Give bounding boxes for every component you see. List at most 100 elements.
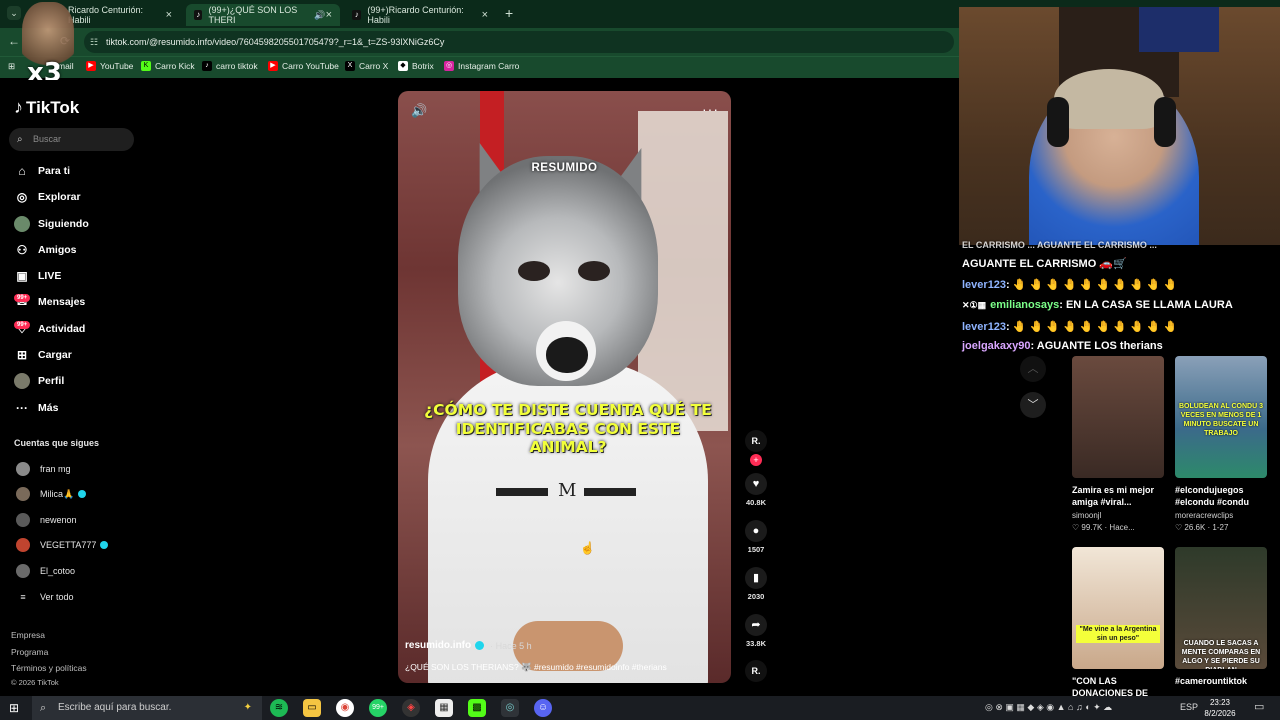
chrome-icon[interactable]: ◉ bbox=[336, 699, 354, 717]
taskbar-search-input[interactable]: ⌕ Escribe aquí para buscar. ✦ bbox=[32, 696, 262, 720]
tiktok-icon: ♪ bbox=[194, 10, 203, 20]
following-item[interactable]: fran mg bbox=[16, 461, 71, 477]
avatar bbox=[16, 487, 30, 501]
bookmark-carro-tiktok[interactable]: ♪ carro tiktok bbox=[202, 61, 258, 71]
bookmark-botrix[interactable]: ◆ Botrix bbox=[398, 61, 434, 71]
nav-mas[interactable]: ··· Más bbox=[14, 397, 144, 419]
tiktok-sidebar: ♪ TikTok ⌕ Buscar ⌂ Para ti ◎ Explorar Sig… bbox=[0, 80, 145, 696]
following-item[interactable]: Milica🙏 bbox=[16, 486, 87, 502]
scroll-up-button[interactable]: ︿ bbox=[1020, 356, 1046, 382]
youtube-icon: ▶ bbox=[268, 61, 278, 71]
system-tray-icons[interactable]: ◎ ⊗ ▣ ▦ ◆ ◈ ◉ ▲ ⌂ ♫ ◐ ✦ ☁ bbox=[985, 702, 1112, 713]
bookmark-carro-youtube[interactable]: ▶ Carro YouTube bbox=[268, 61, 339, 71]
video-thumbnail: "Me vine a la Argentina sin un peso" bbox=[1072, 547, 1164, 669]
language-indicator[interactable]: ESP bbox=[1180, 702, 1198, 712]
nav-perfil[interactable]: Perfil bbox=[14, 370, 144, 392]
nav-label: Explorar bbox=[38, 191, 81, 203]
related-video-card[interactable]: Zamira es mi mejor amiga #viral... simoo… bbox=[1072, 356, 1164, 532]
video-watermark: RESUMIDO bbox=[531, 162, 598, 174]
following-item[interactable]: newenon bbox=[16, 512, 77, 528]
back-icon[interactable]: ← bbox=[8, 34, 20, 48]
share-button[interactable]: ➦ 33.8K bbox=[741, 614, 771, 648]
nav-cargar[interactable]: ⊞ Cargar bbox=[14, 344, 144, 366]
bookmark-carro-kick[interactable]: K Carro Kick bbox=[141, 61, 195, 71]
nav-mensajes[interactable]: ✉ 99+ Mensajes bbox=[14, 291, 144, 313]
notifications-icon[interactable]: ▭ bbox=[1254, 700, 1264, 713]
taskbar-clock[interactable]: 23:23 8/2/2026 bbox=[1200, 697, 1240, 719]
close-icon[interactable]: × bbox=[482, 9, 488, 21]
tab-search-icon[interactable]: ⌄ bbox=[7, 6, 21, 20]
friends-icon: ⚇ bbox=[16, 243, 28, 257]
video-author[interactable]: resumido.info · Hace 5 h bbox=[405, 640, 532, 651]
related-user: simoonjl bbox=[1072, 511, 1102, 520]
nav-siguiendo[interactable]: Siguiendo bbox=[14, 213, 144, 235]
account-name: El_cotoo bbox=[40, 566, 76, 576]
creator-avatar: R. bbox=[745, 430, 767, 452]
like-button[interactable]: ♥ 40.8K bbox=[741, 473, 771, 507]
related-video-card[interactable]: BOLUDEAN AL CONDU 3 VECES EN MENOS DE 1 … bbox=[1175, 356, 1267, 532]
app-icon[interactable]: ◈ bbox=[402, 699, 420, 717]
bookmark-youtube[interactable]: ▶ YouTube bbox=[86, 61, 133, 71]
post-time: · Hace 5 h bbox=[490, 640, 532, 651]
following-item[interactable]: VEGETTA777 bbox=[16, 537, 109, 553]
footer-programa[interactable]: Programa bbox=[11, 647, 48, 657]
chat-badges-icon: ✕①▦ bbox=[962, 300, 987, 310]
search-input[interactable]: ⌕ Buscar bbox=[9, 128, 134, 151]
chat-text: : EN LA CASA SE LLAMA LAURA bbox=[1059, 299, 1233, 311]
creator-avatar-button[interactable]: R. + bbox=[741, 430, 771, 466]
discord-icon[interactable]: ☺ bbox=[534, 699, 552, 717]
more-options-icon[interactable]: ··· bbox=[702, 101, 719, 117]
footer-empresa[interactable]: Empresa bbox=[11, 630, 45, 640]
following-title: Cuentas que sigues bbox=[14, 438, 100, 448]
nav-explorar[interactable]: ◎ Explorar bbox=[14, 186, 144, 208]
url-bar[interactable]: ☷ tiktok.com/@resumido.info/video/760459… bbox=[84, 31, 954, 53]
chat-message: AGUANTE EL CARRISMO 🚗🛒 bbox=[962, 257, 1127, 270]
apps-icon[interactable]: ⊞ bbox=[8, 61, 15, 72]
tiktok-logo[interactable]: ♪ TikTok bbox=[14, 97, 79, 118]
new-tab-button[interactable]: + bbox=[505, 5, 513, 21]
home-icon: ⌂ bbox=[18, 164, 26, 178]
tab-1[interactable]: Ricardo Centurión: Habili × bbox=[60, 4, 180, 26]
footer-terminos[interactable]: Términos y políticas bbox=[11, 663, 87, 673]
heart-icon: ♥ bbox=[745, 473, 767, 495]
minecraft-icon[interactable]: ▩ bbox=[468, 699, 486, 717]
store-icon[interactable]: ▦ bbox=[435, 699, 453, 717]
bookmark-carro-x[interactable]: X Carro X bbox=[345, 61, 388, 71]
tab-2[interactable]: ♪ (99+)¿QUÉ SON LOS THERI 🔊 × bbox=[186, 4, 340, 26]
bookmark-instagram-carro[interactable]: ◎ Instagram Carro bbox=[444, 61, 519, 71]
messages-icon: ✉ 99+ bbox=[14, 294, 31, 310]
nav-actividad[interactable]: ♡ 99+ Actividad bbox=[14, 318, 144, 340]
file-explorer-icon[interactable]: ▭ bbox=[303, 699, 321, 717]
close-icon[interactable]: × bbox=[166, 9, 172, 21]
browser-active-icon[interactable]: ◎ bbox=[501, 699, 519, 717]
close-icon[interactable]: × bbox=[326, 9, 332, 21]
whatsapp-icon[interactable]: 99+ bbox=[369, 699, 387, 717]
nav-label: Perfil bbox=[38, 375, 65, 387]
volume-icon[interactable]: 🔊 bbox=[411, 103, 427, 119]
sound-button[interactable]: R. bbox=[741, 660, 771, 682]
bookmark-label: Carro YouTube bbox=[282, 61, 339, 71]
nav-amigos[interactable]: ⚇ Amigos bbox=[14, 239, 144, 261]
mask-eye bbox=[518, 261, 550, 281]
related-user: moreracrewclips bbox=[1175, 511, 1234, 520]
spotify-icon[interactable]: ≋ bbox=[270, 699, 288, 717]
follow-plus-icon[interactable]: + bbox=[750, 454, 762, 466]
audio-icon[interactable]: 🔊 bbox=[314, 10, 325, 21]
chat-text: : AGUANTE LOS therians bbox=[1030, 340, 1163, 352]
kick-icon: K bbox=[141, 61, 151, 71]
nav-live[interactable]: ▣ LIVE bbox=[14, 265, 144, 287]
related-video-card[interactable]: "Me vine a la Argentina sin un peso" "CO… bbox=[1072, 547, 1164, 699]
browser-window: ⌄ Ricardo Centurión: Habili × ♪ (99+)¿QU… bbox=[0, 0, 1280, 699]
tab-3[interactable]: ♪ (99+)Ricardo Centurión: Habili × bbox=[344, 4, 496, 26]
windows-start-icon[interactable]: ⊞ bbox=[9, 701, 19, 715]
comment-button[interactable]: ● 1507 bbox=[741, 520, 771, 554]
site-info-icon[interactable]: ☷ bbox=[90, 31, 98, 53]
mask-nose bbox=[546, 337, 588, 373]
scroll-down-button[interactable]: ﹀ bbox=[1020, 392, 1046, 418]
video-player[interactable]: M RESUMIDO ¿CÓMO TE DISTE CUENTA QUÉ TE … bbox=[398, 91, 731, 683]
related-video-card[interactable]: CUANDO LE SACAS A MENTE COMPARAS EN ALGO… bbox=[1175, 547, 1267, 687]
see-all-link[interactable]: ≡ Ver todo bbox=[16, 589, 73, 605]
save-button[interactable]: ▮ 2030 bbox=[741, 567, 771, 601]
following-item[interactable]: El_cotoo bbox=[16, 563, 75, 579]
nav-para-ti[interactable]: ⌂ Para ti bbox=[14, 160, 144, 182]
